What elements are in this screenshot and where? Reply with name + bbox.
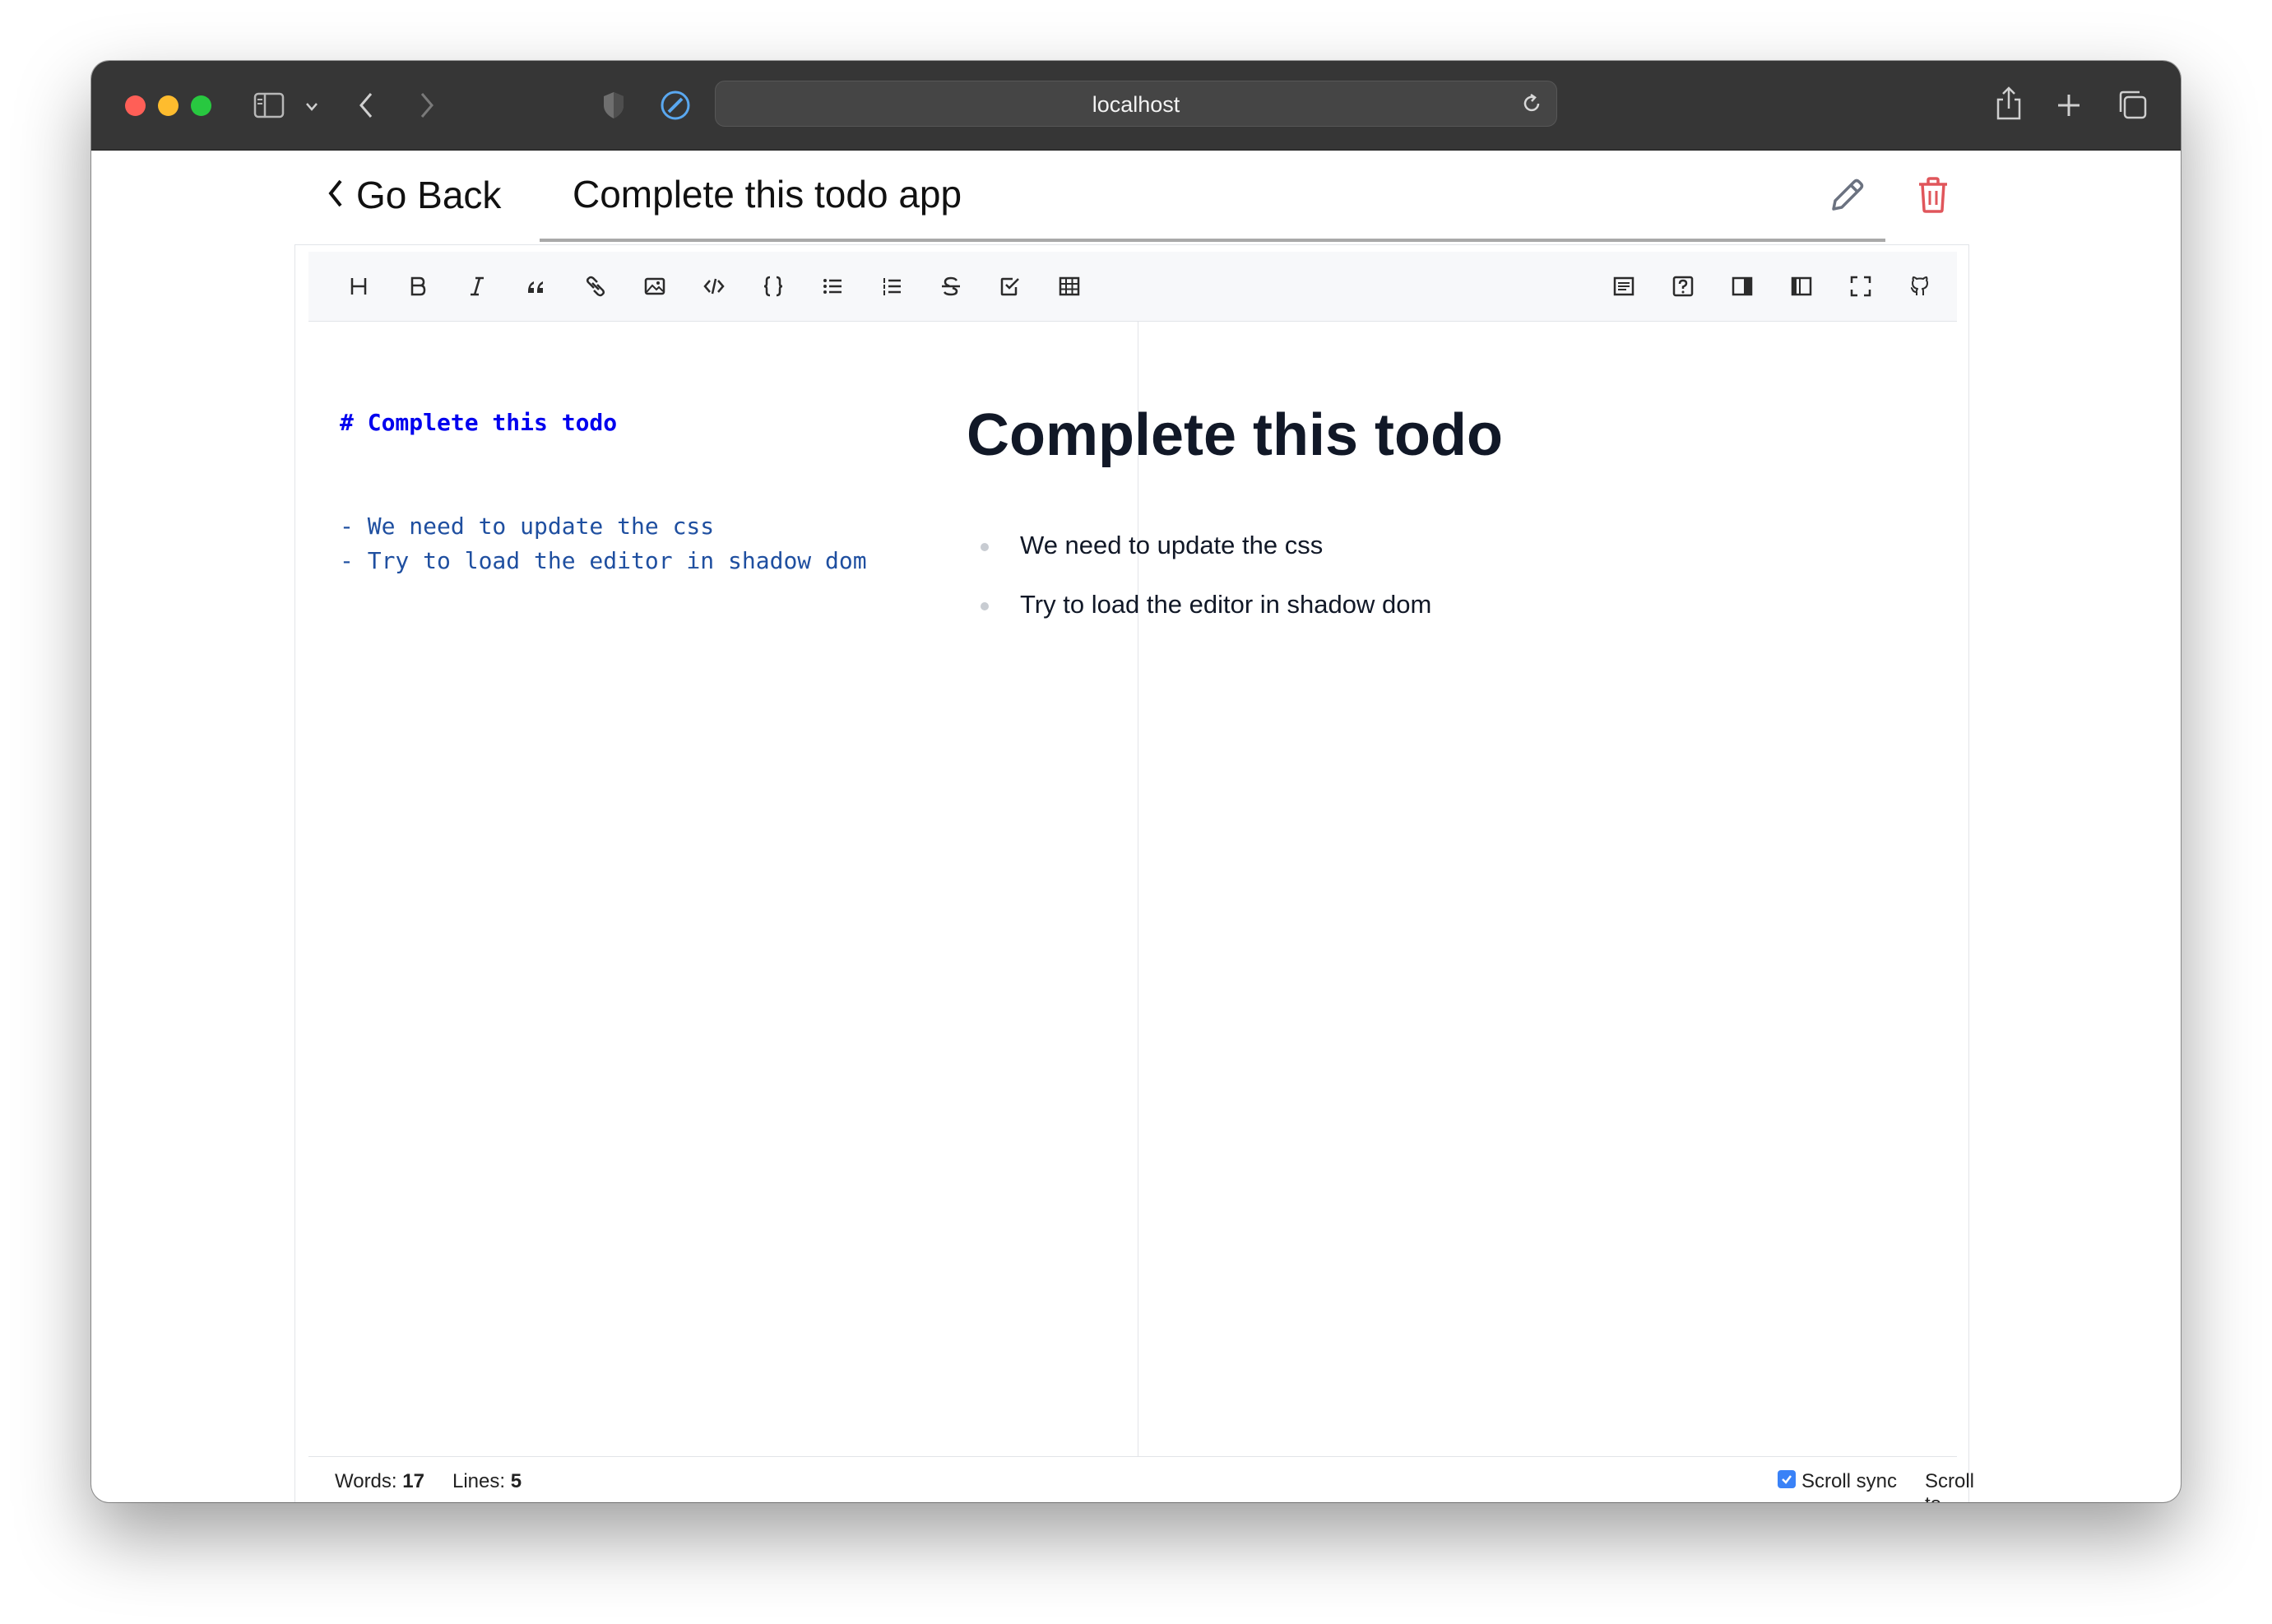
editor-toolbar: [308, 252, 1957, 322]
close-window-button[interactable]: [125, 95, 146, 116]
scroll-sync-label[interactable]: Scroll sync: [1801, 1470, 1897, 1493]
table-icon[interactable]: [1053, 270, 1086, 303]
strikethrough-icon[interactable]: [934, 270, 967, 303]
source-line[interactable]: - We need to update the css: [340, 513, 714, 540]
bullet-icon: [981, 602, 989, 610]
word-count: Words: 17: [335, 1470, 424, 1493]
url-text: localhost: [1092, 92, 1180, 117]
go-back-button[interactable]: Go Back: [327, 166, 501, 224]
line-count-label: Lines:: [452, 1470, 506, 1492]
code-icon[interactable]: [698, 270, 730, 303]
compass-icon[interactable]: [660, 90, 691, 121]
preview-icon[interactable]: [1607, 270, 1640, 303]
preview-list-item: We need to update the css: [1020, 531, 1324, 559]
title-underline: [540, 239, 1885, 242]
sidebar-icon[interactable]: [253, 92, 285, 118]
browser-titlebar: localhost: [91, 61, 2181, 151]
fullscreen-icon[interactable]: [1844, 270, 1877, 303]
heading-icon[interactable]: [342, 270, 375, 303]
quote-icon[interactable]: [520, 270, 553, 303]
go-back-label: Go Back: [356, 174, 502, 216]
address-bar[interactable]: localhost: [715, 81, 1557, 127]
github-icon[interactable]: [1903, 270, 1936, 303]
scroll-sync-checkbox[interactable]: [1778, 1470, 1796, 1488]
preview-heading: Complete this todo: [967, 402, 1503, 468]
line-count: Lines: 5: [452, 1470, 522, 1493]
bullet-icon: [981, 543, 989, 551]
editor-statusbar: Words: 17 Lines: 5 Scroll sync Scroll to…: [308, 1456, 1974, 1502]
chevron-left-icon: [327, 178, 345, 213]
forward-icon[interactable]: [419, 91, 435, 119]
new-tab-icon[interactable]: [2056, 92, 2082, 118]
word-count-label: Words:: [335, 1470, 397, 1492]
word-count-value: 17: [402, 1470, 424, 1492]
side-by-side-icon[interactable]: [1726, 270, 1759, 303]
source-line[interactable]: - Try to load the editor in shadow dom: [340, 547, 867, 574]
markdown-editor: # Complete this todo - We need to update…: [294, 244, 1974, 1502]
reload-icon[interactable]: [1520, 92, 1543, 119]
minimize-window-button[interactable]: [158, 95, 179, 116]
chevron-down-icon[interactable]: [305, 102, 318, 112]
image-icon[interactable]: [638, 270, 671, 303]
note-title[interactable]: Complete this todo app: [573, 172, 962, 216]
link-icon[interactable]: [579, 270, 612, 303]
code-block-icon[interactable]: [757, 270, 790, 303]
shield-icon[interactable]: [601, 90, 626, 120]
maximize-window-button[interactable]: [191, 95, 211, 116]
browser-window: localhost Go Back Complete this todo app: [91, 61, 2181, 1502]
ordered-list-icon[interactable]: [875, 270, 908, 303]
trash-icon[interactable]: [1917, 176, 1950, 218]
pencil-icon[interactable]: [1829, 176, 1866, 218]
editor-only-icon[interactable]: [1785, 270, 1818, 303]
help-icon[interactable]: [1667, 270, 1699, 303]
bold-icon[interactable]: [401, 270, 434, 303]
source-line[interactable]: # Complete this todo: [340, 409, 617, 436]
preview-list-item: Try to load the editor in shadow dom: [1020, 590, 1432, 619]
task-list-icon[interactable]: [994, 270, 1027, 303]
tab-overview-icon[interactable]: [2117, 89, 2148, 120]
unordered-list-icon[interactable]: [816, 270, 849, 303]
italic-icon[interactable]: [461, 270, 494, 303]
line-count-value: 5: [510, 1470, 522, 1492]
share-icon[interactable]: [1995, 86, 2023, 122]
scroll-to-top-link[interactable]: Scroll to top: [1925, 1470, 1974, 1502]
back-icon[interactable]: [358, 91, 374, 119]
